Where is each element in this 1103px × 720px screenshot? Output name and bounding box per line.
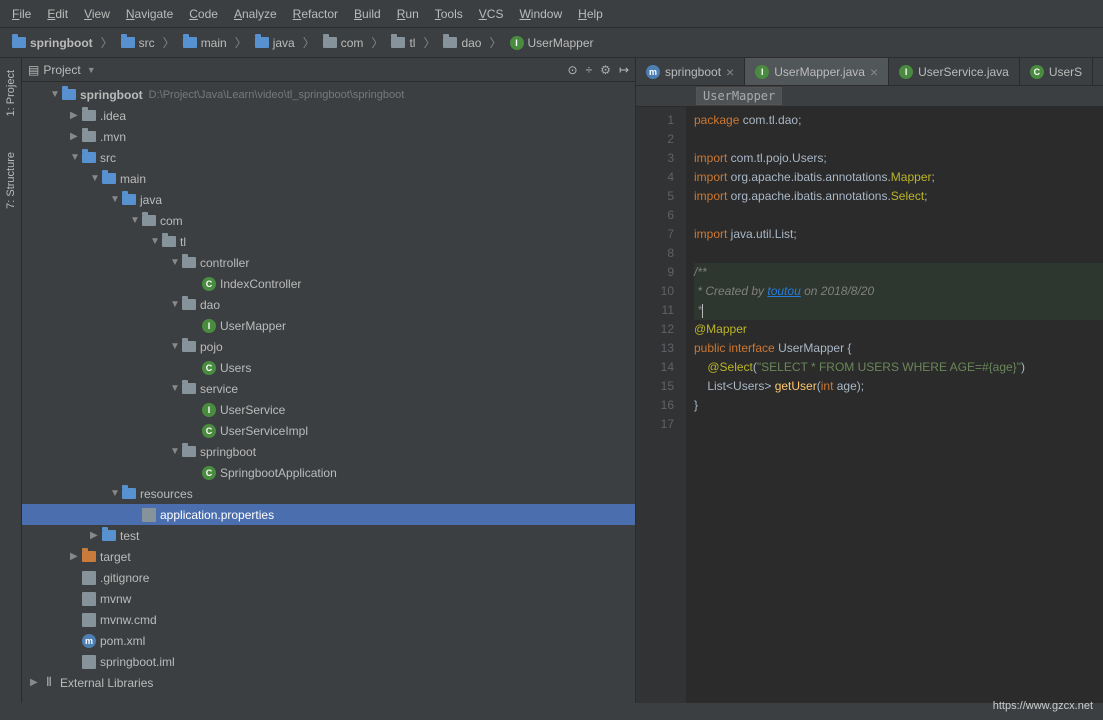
menu-file[interactable]: File bbox=[4, 3, 39, 25]
menu-help[interactable]: Help bbox=[570, 3, 611, 25]
menu-window[interactable]: Window bbox=[511, 3, 570, 25]
menu-edit[interactable]: Edit bbox=[39, 3, 76, 25]
tree-item[interactable]: ▼java bbox=[22, 189, 635, 210]
gutter: 1234567891011121314151617 bbox=[636, 107, 686, 703]
editor-tab[interactable]: IUserService.java bbox=[889, 58, 1020, 85]
menubar: FileEditViewNavigateCodeAnalyzeRefactorB… bbox=[0, 0, 1103, 28]
tree-item[interactable]: ▼dao bbox=[22, 294, 635, 315]
project-panel: ▤ Project ▼ ⊙ ÷ ↦ ▼ springboot D:\Projec… bbox=[22, 58, 636, 703]
breadcrumb-bar: springboot〉src〉main〉java〉com〉tl〉dao〉IUse… bbox=[0, 28, 1103, 58]
menu-run[interactable]: Run bbox=[389, 3, 427, 25]
tree-item[interactable]: ▼service bbox=[22, 378, 635, 399]
tree-item[interactable]: .gitignore bbox=[22, 567, 635, 588]
close-icon[interactable]: × bbox=[726, 64, 734, 80]
menu-analyze[interactable]: Analyze bbox=[226, 3, 285, 25]
tree-item[interactable]: IUserMapper bbox=[22, 315, 635, 336]
tree-item[interactable]: ▶test bbox=[22, 525, 635, 546]
tree-item[interactable]: ▶.idea bbox=[22, 105, 635, 126]
editor-tab[interactable]: IUserMapper.java× bbox=[745, 58, 889, 85]
menu-build[interactable]: Build bbox=[346, 3, 389, 25]
tree-item[interactable]: CUsers bbox=[22, 357, 635, 378]
breadcrumb-item[interactable]: dao bbox=[439, 34, 485, 52]
tree-item[interactable]: CSpringbootApplication bbox=[22, 462, 635, 483]
menu-code[interactable]: Code bbox=[181, 3, 226, 25]
tree-item[interactable]: ▼src bbox=[22, 147, 635, 168]
tree-item[interactable]: ▼springboot bbox=[22, 441, 635, 462]
tree-item[interactable]: mvnw.cmd bbox=[22, 609, 635, 630]
project-tree: ▼ springboot D:\Project\Java\Learn\video… bbox=[22, 82, 635, 703]
tree-root[interactable]: ▼ springboot D:\Project\Java\Learn\video… bbox=[22, 84, 635, 105]
code-lines[interactable]: package com.tl.dao;import com.tl.pojo.Us… bbox=[686, 107, 1103, 703]
tree-item[interactable]: ▶.mvn bbox=[22, 126, 635, 147]
tree-item[interactable]: ▼controller bbox=[22, 252, 635, 273]
tree-item[interactable]: ▼com bbox=[22, 210, 635, 231]
tree-item[interactable]: ▼main bbox=[22, 168, 635, 189]
tree-item[interactable]: application.properties bbox=[22, 504, 635, 525]
breadcrumb-item[interactable]: tl bbox=[387, 34, 419, 52]
sidebar-tab-project[interactable]: 1: Project bbox=[3, 62, 19, 124]
project-icon: ▤ bbox=[28, 63, 39, 77]
tree-item[interactable]: springboot.iml bbox=[22, 651, 635, 672]
tree-item[interactable]: mpom.xml bbox=[22, 630, 635, 651]
editor-tab[interactable]: CUserS bbox=[1020, 58, 1093, 85]
close-icon[interactable]: × bbox=[870, 64, 878, 80]
menu-tools[interactable]: Tools bbox=[427, 3, 471, 25]
editor-breadcrumb: UserMapper bbox=[636, 86, 1103, 107]
collapse-icon[interactable]: ⊙ bbox=[568, 63, 578, 77]
breadcrumb-item[interactable]: springboot bbox=[8, 34, 97, 52]
breadcrumb-item[interactable]: java bbox=[251, 34, 299, 52]
tree-item[interactable]: CIndexController bbox=[22, 273, 635, 294]
menu-navigate[interactable]: Navigate bbox=[118, 3, 181, 25]
tree-item[interactable]: ▼tl bbox=[22, 231, 635, 252]
menu-refactor[interactable]: Refactor bbox=[285, 3, 346, 25]
editor-tab[interactable]: mspringboot× bbox=[636, 58, 745, 85]
tree-item[interactable]: CUserServiceImpl bbox=[22, 420, 635, 441]
hide-icon[interactable]: ↦ bbox=[619, 63, 629, 77]
breadcrumb-item[interactable]: main bbox=[179, 34, 231, 52]
breadcrumb-item[interactable]: IUserMapper bbox=[506, 34, 598, 52]
panel-title: Project bbox=[43, 63, 80, 77]
project-panel-header: ▤ Project ▼ ⊙ ÷ ↦ bbox=[22, 58, 635, 82]
gear-icon[interactable] bbox=[600, 63, 611, 77]
tree-item[interactable]: mvnw bbox=[22, 588, 635, 609]
libraries-icon: ⦀ bbox=[42, 676, 56, 690]
tree-item[interactable]: ▶target bbox=[22, 546, 635, 567]
footer-url: https://www.gzcx.net bbox=[993, 700, 1093, 712]
tree-item[interactable]: ▼resources bbox=[22, 483, 635, 504]
menu-vcs[interactable]: VCS bbox=[471, 3, 512, 25]
tree-item[interactable]: ▼pojo bbox=[22, 336, 635, 357]
left-sidebar: 1: Project 7: Structure bbox=[0, 58, 22, 703]
tree-item[interactable]: IUserService bbox=[22, 399, 635, 420]
locate-icon[interactable]: ÷ bbox=[586, 63, 593, 77]
menu-view[interactable]: View bbox=[76, 3, 118, 25]
sidebar-tab-structure[interactable]: 7: Structure bbox=[3, 144, 19, 217]
panel-dropdown-icon[interactable]: ▼ bbox=[87, 65, 96, 75]
breadcrumb-item[interactable]: com bbox=[319, 34, 368, 52]
editor-area: mspringboot×IUserMapper.java×IUserServic… bbox=[636, 58, 1103, 703]
breadcrumb-item[interactable]: src bbox=[117, 34, 159, 52]
tree-external-libraries[interactable]: ▶ ⦀ External Libraries bbox=[22, 672, 635, 693]
editor-tabs: mspringboot×IUserMapper.java×IUserServic… bbox=[636, 58, 1103, 86]
code-editor[interactable]: 1234567891011121314151617 package com.tl… bbox=[636, 107, 1103, 703]
